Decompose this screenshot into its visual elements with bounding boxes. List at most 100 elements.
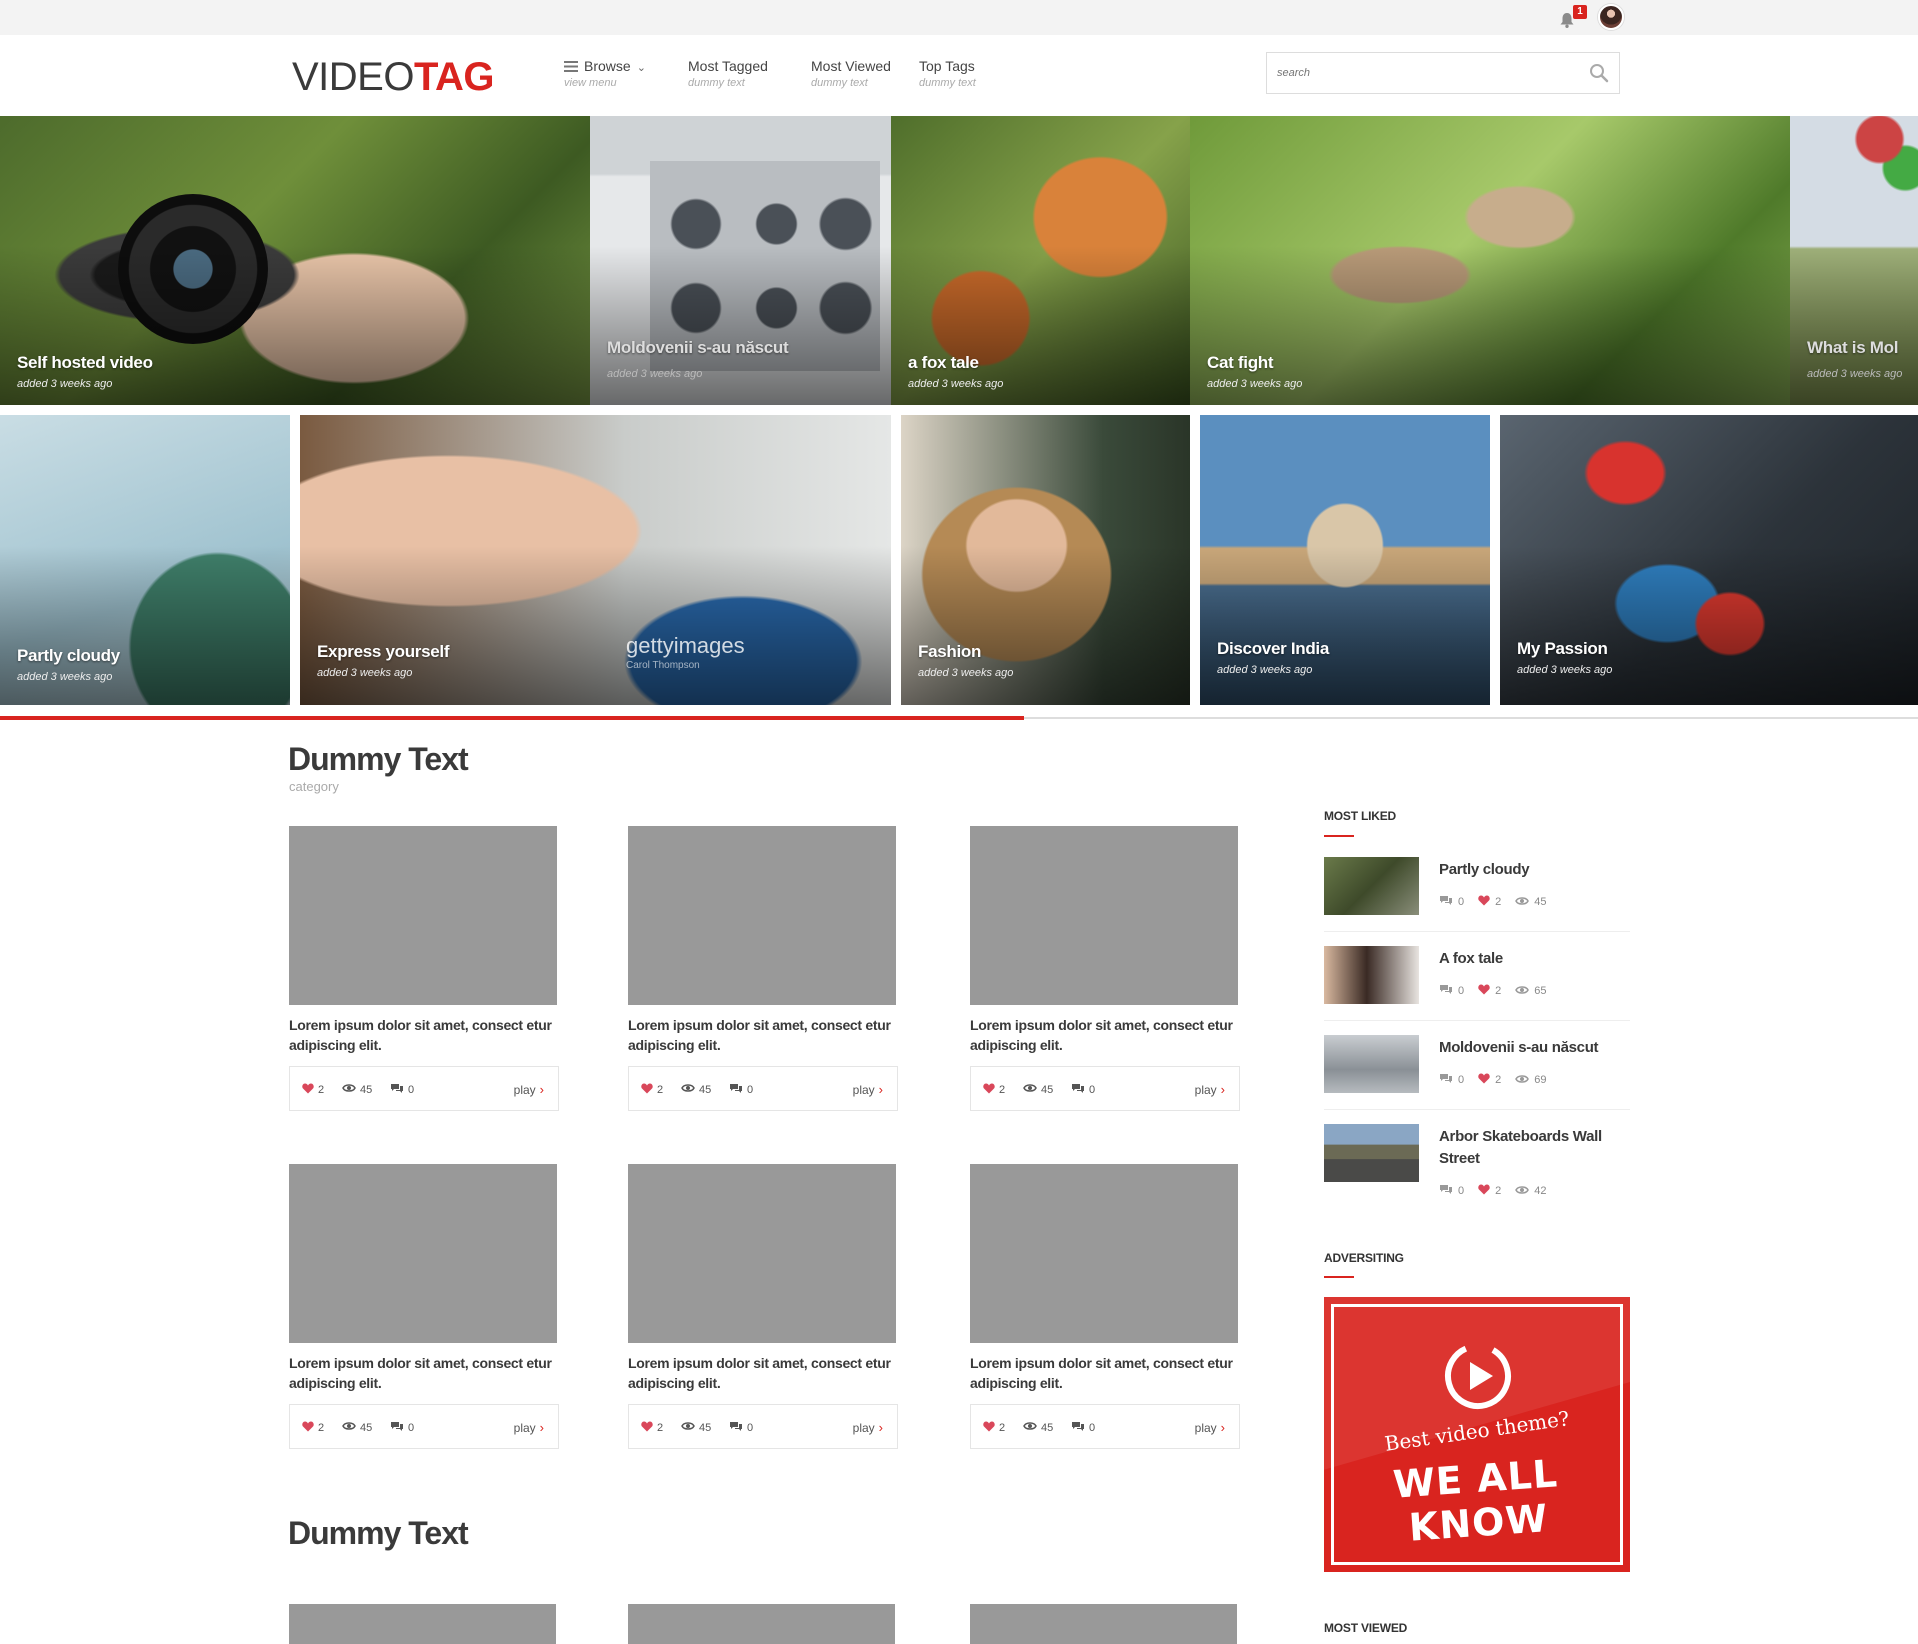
card-description[interactable]: Lorem ipsum dolor sit amet, consect etur…	[970, 1353, 1242, 1393]
card-thumbnail[interactable]	[289, 1164, 557, 1343]
eye-icon	[1023, 1083, 1041, 1096]
card-thumbnail[interactable]	[970, 1164, 1238, 1343]
list-divider	[1324, 1020, 1630, 1021]
comment-icon	[729, 1421, 747, 1435]
heart-icon	[983, 1421, 999, 1435]
eye-icon	[1023, 1421, 1041, 1434]
video-card[interactable]: Lorem ipsum dolor sit amet, consect etur…	[628, 826, 900, 1111]
nav-most-tagged-label: Most Tagged	[688, 58, 768, 74]
advertising-banner[interactable]: Best video theme? WE ALL KNOW	[1324, 1297, 1630, 1572]
nav-top-tags[interactable]: Top Tags dummy text	[919, 58, 976, 89]
nav-browse-label: Browse	[584, 58, 631, 74]
most-liked-item[interactable]: A fox tale 0 2 65	[1324, 946, 1630, 1035]
heart-icon	[641, 1083, 657, 1097]
most-liked-title[interactable]: Partly cloudy	[1439, 859, 1629, 881]
eye-icon	[342, 1421, 360, 1434]
most-liked-title[interactable]: Arbor Skateboards Wall Street	[1439, 1126, 1629, 1170]
card-thumbnail[interactable]	[970, 1604, 1237, 1644]
most-liked-item[interactable]: Partly cloudy 0 2 45	[1324, 857, 1630, 946]
most-liked-item[interactable]: Arbor Skateboards Wall Street 0 2 42	[1324, 1124, 1630, 1213]
play-link[interactable]: play ›	[853, 1420, 883, 1435]
hero-meta: added 3 weeks ago	[17, 378, 113, 390]
hero-tile-self-hosted-video[interactable]: Self hosted video added 3 weeks ago	[0, 116, 590, 405]
hero-meta: added 3 weeks ago	[1217, 664, 1313, 676]
hero-tile-a-fox-tale[interactable]: a fox tale added 3 weeks ago	[891, 116, 1190, 405]
hero-meta: added 3 weeks ago	[17, 671, 113, 683]
card-description[interactable]: Lorem ipsum dolor sit amet, consect etur…	[628, 1353, 900, 1393]
heart-icon	[302, 1083, 318, 1097]
play-link[interactable]: play ›	[514, 1420, 544, 1435]
most-liked-thumbnail[interactable]	[1324, 946, 1419, 1004]
play-link[interactable]: play ›	[514, 1082, 544, 1097]
video-card[interactable]: Lorem ipsum dolor sit amet, consect etur…	[970, 826, 1242, 1111]
comment-icon	[390, 1421, 408, 1435]
video-card[interactable]: Lorem ipsum dolor sit amet, consect etur…	[289, 1164, 561, 1449]
card-thumbnail[interactable]	[289, 826, 557, 1005]
most-liked-title[interactable]: Moldovenii s-au născut	[1439, 1037, 1629, 1059]
play-circle-icon	[1445, 1343, 1511, 1409]
search-box	[1266, 52, 1620, 94]
most-liked-thumbnail[interactable]	[1324, 1035, 1419, 1093]
comments-stat: 0	[390, 1421, 414, 1435]
card-description[interactable]: Lorem ipsum dolor sit amet, consect etur…	[970, 1015, 1242, 1055]
card-thumbnail[interactable]	[628, 826, 896, 1005]
most-liked-item[interactable]: Moldovenii s-au născut 0 2 69	[1324, 1035, 1630, 1124]
comment-icon	[1439, 895, 1458, 909]
card-thumbnail[interactable]	[970, 826, 1238, 1005]
nav-most-tagged[interactable]: Most Tagged dummy text	[688, 58, 768, 89]
comment-icon	[1439, 984, 1458, 998]
search-icon[interactable]	[1589, 63, 1609, 83]
hero-meta: added 3 weeks ago	[607, 368, 703, 380]
hero-title: Self hosted video	[17, 353, 153, 372]
hero-tile-moldovenii[interactable]: Moldovenii s-au născut added 3 weeks ago	[590, 116, 891, 405]
likes-stat: 2	[302, 1083, 324, 1097]
card-thumbnail[interactable]	[289, 1604, 556, 1644]
likes-stat: 2	[983, 1421, 1005, 1435]
hero-meta: added 3 weeks ago	[1807, 368, 1903, 380]
card-description[interactable]: Lorem ipsum dolor sit amet, consect etur…	[628, 1015, 900, 1055]
eye-icon	[1515, 1185, 1534, 1198]
nav-most-viewed[interactable]: Most Viewed dummy text	[811, 58, 891, 89]
hero-tile-cat-fight[interactable]: Cat fight added 3 weeks ago	[1190, 116, 1790, 405]
views-stat: 45	[681, 1421, 711, 1434]
views-stat: 45	[1023, 1421, 1053, 1434]
card-thumbnail[interactable]	[628, 1604, 895, 1644]
card-thumbnail[interactable]	[628, 1164, 896, 1343]
photo-credit: Carol Thompson	[626, 660, 700, 671]
nav-browse[interactable]: Browse ⌄ view menu	[564, 58, 646, 89]
likes-stat: 2	[1478, 1073, 1501, 1087]
most-liked-thumbnail[interactable]	[1324, 1124, 1419, 1182]
video-card[interactable]: Lorem ipsum dolor sit amet, consect etur…	[289, 826, 561, 1111]
card-description[interactable]: Lorem ipsum dolor sit amet, consect etur…	[289, 1353, 561, 1393]
likes-stat: 2	[302, 1421, 324, 1435]
views-stat: 45	[342, 1083, 372, 1096]
site-logo[interactable]: VIDEOTAG	[292, 55, 494, 99]
most-liked-stats: 0 2 69	[1439, 1073, 1561, 1087]
play-link[interactable]: play ›	[853, 1082, 883, 1097]
chevron-right-icon: ›	[539, 1420, 544, 1435]
hero-tile-partly-cloudy[interactable]: Partly cloudy added 3 weeks ago	[0, 415, 290, 705]
nav-top-tags-sub: dummy text	[919, 77, 976, 89]
comments-stat: 0	[729, 1421, 753, 1435]
hero-tile-fashion[interactable]: Fashion added 3 weeks ago	[901, 415, 1190, 705]
hero-tile-what-is-mol[interactable]: What is Mol added 3 weeks ago	[1790, 116, 1918, 405]
search-input[interactable]	[1267, 53, 1577, 93]
hero-tile-discover-india[interactable]: Discover India added 3 weeks ago	[1200, 415, 1490, 705]
comments-stat: 0	[390, 1083, 414, 1097]
chevron-right-icon: ›	[878, 1420, 883, 1435]
hero-meta: added 3 weeks ago	[1517, 664, 1613, 676]
hero-tile-my-passion[interactable]: My Passion added 3 weeks ago	[1500, 415, 1918, 705]
most-liked-thumbnail[interactable]	[1324, 857, 1419, 915]
views-stat: 45	[1515, 896, 1547, 909]
user-avatar[interactable]	[1598, 4, 1624, 30]
play-link[interactable]: play ›	[1195, 1420, 1225, 1435]
card-description[interactable]: Lorem ipsum dolor sit amet, consect etur…	[289, 1015, 561, 1055]
views-stat: 45	[681, 1083, 711, 1096]
video-card[interactable]: Lorem ipsum dolor sit amet, consect etur…	[970, 1164, 1242, 1449]
play-link[interactable]: play ›	[1195, 1082, 1225, 1097]
most-liked-title[interactable]: A fox tale	[1439, 948, 1629, 970]
card-stats-bar: 2 45 0 play ›	[289, 1404, 559, 1449]
hero-tile-express-yourself[interactable]: Express yourself added 3 weeks ago getty…	[300, 415, 891, 705]
hero-title: My Passion	[1517, 639, 1608, 658]
video-card[interactable]: Lorem ipsum dolor sit amet, consect etur…	[628, 1164, 900, 1449]
